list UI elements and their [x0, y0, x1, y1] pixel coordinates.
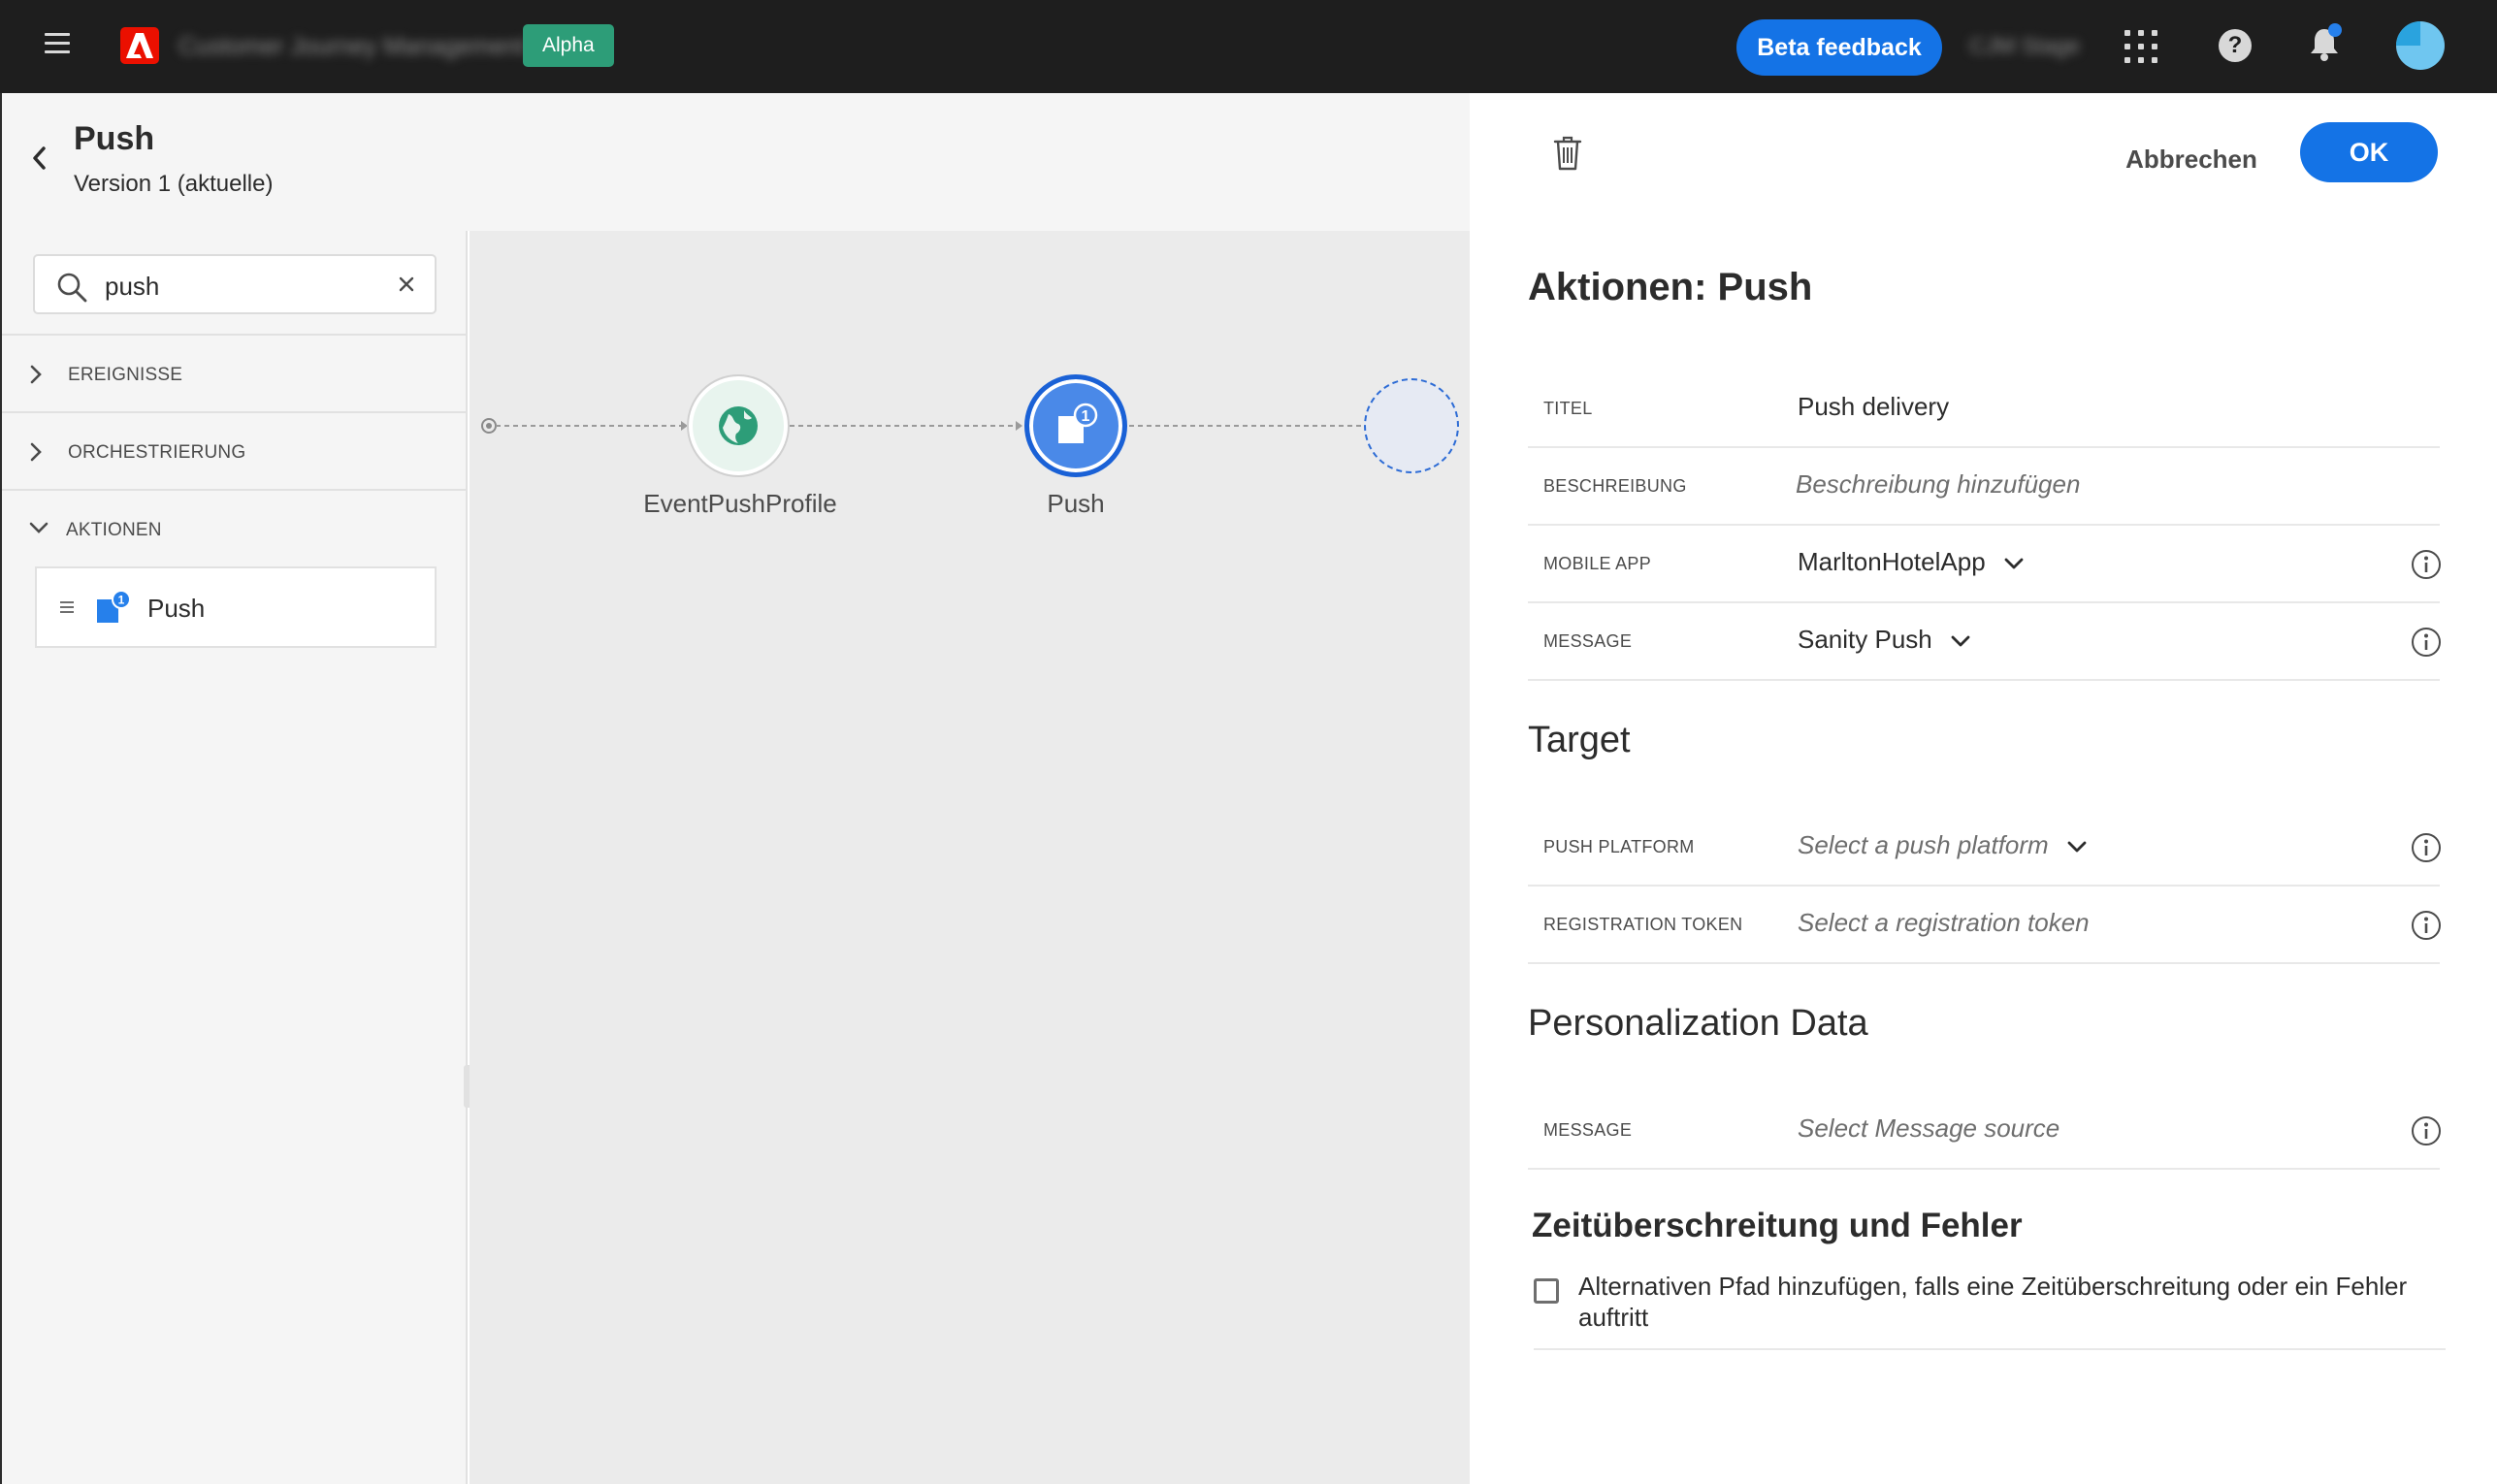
journey-header: Push Version 1 (aktuelle): [0, 93, 1470, 231]
title-input[interactable]: Push delivery: [1798, 392, 1949, 422]
cancel-button[interactable]: Abbrechen: [2104, 132, 2279, 186]
adobe-logo[interactable]: [120, 27, 159, 64]
panel-title: Aktionen: Push: [1528, 266, 1813, 308]
ok-button[interactable]: OK: [2300, 122, 2438, 182]
section-orchestrierung[interactable]: ORCHESTRIERUNG: [2, 411, 468, 489]
activity-config-panel: Abbrechen OK Aktionen: Push TITEL Push d…: [1470, 93, 2497, 1484]
search-value[interactable]: push: [105, 272, 159, 302]
field-label: REGISTRATION TOKEN: [1543, 915, 1743, 934]
field-row-message: MESSAGE Sanity Push: [1528, 603, 2442, 681]
empty-node-drop-target[interactable]: [1364, 378, 1459, 473]
mobile-app-value: MarltonHotelApp: [1798, 547, 1986, 576]
mobile-app-dropdown[interactable]: MarltonHotelApp: [1798, 547, 2025, 577]
field-label: MESSAGE: [1543, 631, 1633, 651]
message-value: Sanity Push: [1798, 625, 1932, 654]
registration-token-input[interactable]: Select a registration token: [1798, 908, 2090, 938]
message-source-input[interactable]: Select Message source: [1798, 1113, 2059, 1144]
section-label: AKTIONEN: [66, 520, 162, 540]
chevron-down-icon: [2067, 841, 2087, 853]
drag-handle-icon[interactable]: [60, 601, 74, 616]
timeout-heading: Zeitüberschreitung und Fehler: [1532, 1207, 2023, 1244]
hamburger-menu-icon[interactable]: [45, 33, 70, 56]
app-switcher-icon[interactable]: [2124, 30, 2157, 63]
user-avatar[interactable]: [2396, 21, 2445, 70]
chevron-right-icon: [30, 442, 42, 462]
timeout-option: Alternativen Pfad hinzufügen, falls eine…: [1534, 1271, 2446, 1350]
trash-icon[interactable]: [1553, 136, 1582, 171]
field-row-mobile-app: MOBILE APP MarltonHotelApp: [1528, 526, 2442, 603]
field-row-personalization-message: MESSAGE Select Message source: [1528, 1092, 2442, 1170]
info-icon[interactable]: [2411, 910, 2442, 941]
alternative-path-checkbox[interactable]: [1534, 1278, 1559, 1304]
journey-title: Push: [74, 120, 155, 157]
info-icon[interactable]: [2411, 627, 2442, 658]
alternative-path-label[interactable]: Alternativen Pfad hinzufügen, falls eine…: [1578, 1271, 2432, 1333]
notification-dot: [2328, 23, 2342, 37]
field-row-registration-token: REGISTRATION TOKEN Select a registration…: [1528, 887, 2442, 964]
event-node-label: EventPushProfile: [643, 489, 837, 518]
journey-version: Version 1 (aktuelle): [74, 171, 274, 197]
info-icon[interactable]: [2411, 549, 2442, 580]
globe-icon: [719, 406, 758, 445]
node-badge-count: 1: [1082, 408, 1090, 425]
field-label: TITEL: [1543, 399, 1593, 418]
target-heading: Target: [1528, 720, 1631, 760]
description-input[interactable]: Beschreibung hinzufügen: [1796, 469, 2080, 500]
chevron-down-icon: [2004, 558, 2024, 569]
field-row-push-platform: PUSH PLATFORM Select a push platform: [1528, 809, 2442, 887]
action-item-push[interactable]: 1 Push: [35, 566, 437, 648]
search-icon: [57, 273, 87, 303]
top-navigation-bar: Customer Journey Management Alpha Beta f…: [0, 0, 2497, 93]
field-label: BESCHREIBUNG: [1543, 476, 1687, 496]
field-row-description: BESCHREIBUNG Beschreibung hinzufügen: [1528, 448, 2440, 526]
section-label: ORCHESTRIERUNG: [68, 442, 246, 463]
field-label: MOBILE APP: [1543, 554, 1652, 573]
environment-badge: Alpha: [523, 24, 614, 67]
chevron-down-icon: [1951, 635, 1970, 647]
event-node[interactable]: [689, 376, 788, 475]
search-input[interactable]: push: [33, 254, 437, 314]
push-platform-placeholder: Select a push platform: [1798, 830, 2049, 859]
chevron-down-icon: [29, 522, 49, 533]
push-notification-icon: 1: [1058, 403, 1098, 443]
clear-search-icon[interactable]: [398, 275, 415, 293]
section-label: EREIGNISSE: [68, 365, 183, 385]
beta-feedback-button[interactable]: Beta feedback: [1736, 19, 1942, 76]
chevron-right-icon: [30, 365, 42, 384]
field-label: MESSAGE: [1543, 1120, 1633, 1140]
activity-palette: push EREIGNISSE ORCHESTRIERUNG AKTIONEN …: [0, 231, 475, 1484]
section-aktionen[interactable]: AKTIONEN: [2, 489, 468, 566]
org-switcher[interactable]: CJM Stage: [1969, 33, 2080, 59]
canvas-connectors: [481, 418, 1362, 434]
info-icon[interactable]: [2411, 1115, 2442, 1146]
info-icon[interactable]: [2411, 832, 2442, 863]
push-notification-icon: 1: [97, 590, 131, 623]
section-ereignisse[interactable]: EREIGNISSE: [2, 334, 468, 411]
field-label: PUSH PLATFORM: [1543, 837, 1695, 856]
message-dropdown[interactable]: Sanity Push: [1798, 625, 1971, 655]
action-item-label: Push: [147, 594, 206, 623]
push-platform-dropdown[interactable]: Select a push platform: [1798, 830, 2088, 860]
personalization-heading: Personalization Data: [1528, 1003, 1868, 1044]
field-row-title: TITEL Push delivery: [1528, 371, 2440, 448]
help-icon[interactable]: ?: [2219, 29, 2252, 62]
back-chevron-icon[interactable]: [29, 144, 49, 173]
app-name: Customer Journey Management: [178, 33, 526, 60]
journey-canvas[interactable]: EventPushProfile 1 Push: [470, 231, 1470, 1484]
push-badge-count: 1: [118, 594, 125, 607]
push-action-node[interactable]: 1: [1024, 374, 1127, 477]
push-node-label: Push: [1047, 489, 1105, 518]
